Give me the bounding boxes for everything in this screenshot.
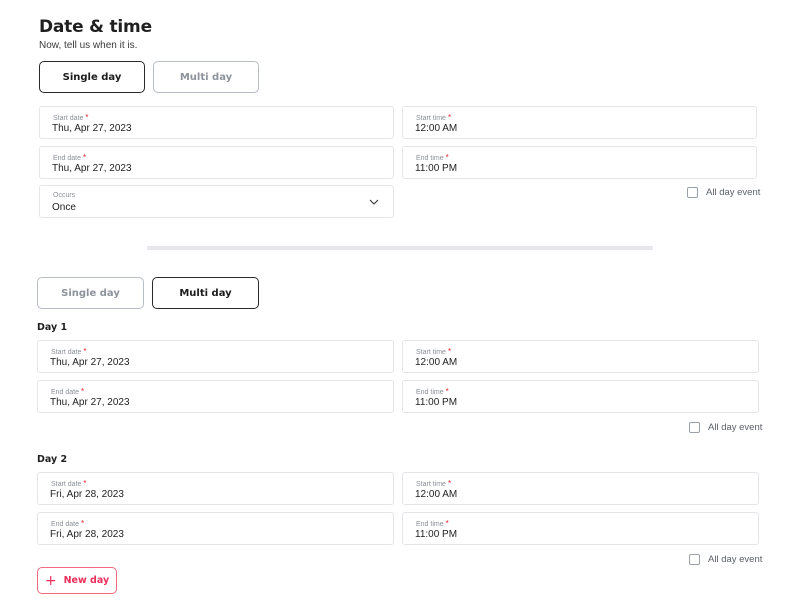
multi-day-tab-label: Multi day bbox=[179, 287, 232, 299]
checkbox-icon bbox=[689, 554, 700, 565]
checkbox-icon bbox=[687, 187, 698, 198]
start-date-value: Thu, Apr 27, 2023 bbox=[52, 123, 132, 134]
end-date-value: Thu, Apr 27, 2023 bbox=[50, 397, 130, 408]
chevron-down-icon bbox=[369, 199, 379, 205]
required-marker: * bbox=[447, 113, 452, 122]
start-time-label: Start time * bbox=[416, 113, 452, 122]
end-date-field[interactable]: End date * Thu, Apr 27, 2023 bbox=[39, 146, 394, 179]
single-day-tab-label: Single day bbox=[62, 71, 122, 83]
section-divider bbox=[147, 246, 653, 250]
required-marker: * bbox=[447, 479, 452, 488]
day-2-end-date-field[interactable]: End date * Fri, Apr 28, 2023 bbox=[37, 512, 394, 545]
required-marker: * bbox=[81, 387, 85, 396]
all-day-checkbox[interactable]: All day event bbox=[687, 187, 760, 198]
multi-day-tab[interactable]: Multi day bbox=[152, 277, 259, 309]
start-time-value: 12:00 AM bbox=[415, 357, 458, 368]
required-marker: * bbox=[447, 347, 452, 356]
required-marker: * bbox=[83, 347, 87, 356]
start-time-value: 12:00 AM bbox=[415, 489, 458, 500]
page-subtitle: Now, tell us when it is. bbox=[39, 40, 138, 51]
start-date-field[interactable]: Start date * Thu, Apr 27, 2023 bbox=[39, 106, 394, 139]
required-marker: * bbox=[445, 519, 449, 528]
single-day-tab-label: Single day bbox=[61, 287, 120, 299]
all-day-label: All day event bbox=[706, 187, 761, 198]
end-time-label: End time * bbox=[416, 519, 449, 528]
end-time-value: 11:00 PM bbox=[415, 397, 458, 408]
end-time-value: 11:00 PM bbox=[415, 163, 458, 174]
multi-day-tab[interactable]: Multi day bbox=[153, 61, 259, 93]
required-marker: * bbox=[83, 479, 87, 488]
day-2-all-day-checkbox[interactable]: All day event bbox=[689, 554, 762, 565]
all-day-label: All day event bbox=[708, 422, 763, 433]
start-date-value: Fri, Apr 28, 2023 bbox=[50, 489, 124, 500]
day-1-start-time-field[interactable]: Start time * 12:00 AM bbox=[402, 340, 759, 373]
end-time-value: 11:00 PM bbox=[415, 529, 458, 540]
end-time-field[interactable]: End time * 11:00 PM bbox=[402, 146, 757, 179]
start-date-label: Start date * bbox=[51, 347, 87, 356]
day-1-title: Day 1 bbox=[37, 322, 68, 333]
required-marker: * bbox=[81, 519, 85, 528]
new-day-label: New day bbox=[63, 575, 110, 586]
end-time-label: End time * bbox=[416, 387, 449, 396]
end-time-label: End time * bbox=[416, 153, 449, 162]
day-1-end-date-field[interactable]: End date * Thu, Apr 27, 2023 bbox=[37, 380, 394, 413]
start-time-value: 12:00 AM bbox=[415, 123, 458, 134]
start-time-label: Start time * bbox=[416, 347, 452, 356]
page-title: Date & time bbox=[39, 17, 152, 37]
end-date-value: Thu, Apr 27, 2023 bbox=[52, 163, 132, 174]
day-2-start-time-field[interactable]: Start time * 12:00 AM bbox=[402, 472, 759, 505]
end-date-value: Fri, Apr 28, 2023 bbox=[50, 529, 124, 540]
day-2-title: Day 2 bbox=[37, 454, 68, 465]
required-marker: * bbox=[445, 153, 449, 162]
occurs-value: Once bbox=[52, 202, 76, 213]
day-2-end-time-field[interactable]: End time * 11:00 PM bbox=[402, 512, 759, 545]
required-marker: * bbox=[85, 113, 89, 122]
day-1-end-time-field[interactable]: End time * 11:00 PM bbox=[402, 380, 759, 413]
single-day-tab[interactable]: Single day bbox=[37, 277, 144, 309]
start-time-field[interactable]: Start time * 12:00 AM bbox=[402, 106, 757, 139]
required-marker: * bbox=[445, 387, 449, 396]
start-date-value: Thu, Apr 27, 2023 bbox=[50, 357, 130, 368]
multi-day-tab-label: Multi day bbox=[179, 71, 233, 83]
required-marker: * bbox=[83, 153, 87, 162]
end-date-label: End date * bbox=[51, 519, 85, 528]
checkbox-icon bbox=[689, 422, 700, 433]
new-day-button[interactable]: + New day bbox=[37, 567, 117, 594]
single-day-tab[interactable]: Single day bbox=[39, 61, 145, 93]
start-date-label: Start date * bbox=[53, 113, 89, 122]
start-date-label: Start date * bbox=[51, 479, 87, 488]
all-day-label: All day event bbox=[708, 554, 763, 565]
plus-icon: + bbox=[44, 572, 57, 589]
occurs-label: Occurs bbox=[53, 192, 76, 199]
day-2-start-date-field[interactable]: Start date * Fri, Apr 28, 2023 bbox=[37, 472, 394, 505]
end-date-label: End date * bbox=[51, 387, 85, 396]
day-1-start-date-field[interactable]: Start date * Thu, Apr 27, 2023 bbox=[37, 340, 394, 373]
start-time-label: Start time * bbox=[416, 479, 452, 488]
end-date-label: End date * bbox=[53, 153, 87, 162]
occurs-select[interactable]: Occurs Once bbox=[39, 185, 394, 218]
day-1-all-day-checkbox[interactable]: All day event bbox=[689, 422, 762, 433]
